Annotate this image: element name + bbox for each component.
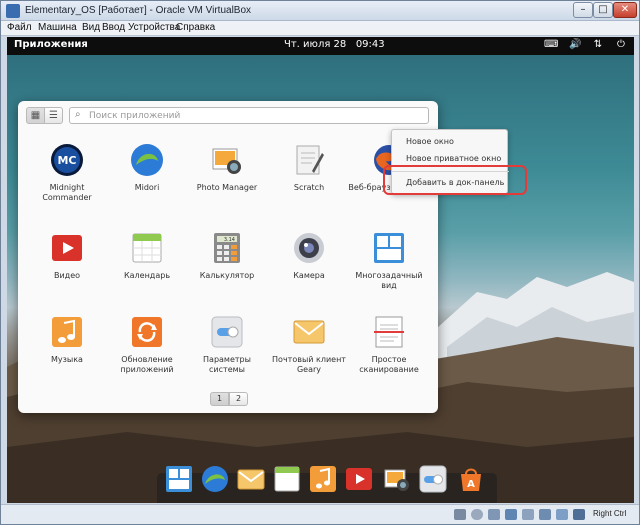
music-icon[interactable] bbox=[309, 465, 337, 493]
page-1-button[interactable]: 1 bbox=[210, 392, 229, 406]
hard-disk-icon[interactable] bbox=[454, 509, 466, 520]
app-label: Музыка bbox=[51, 355, 83, 364]
clock-date: Чт. июля 28 bbox=[284, 39, 347, 50]
svg-text:A: A bbox=[467, 479, 475, 490]
app-label: Простое сканирование bbox=[359, 355, 419, 374]
appcenter-icon[interactable]: A bbox=[457, 465, 485, 493]
search-icon: ⌕ bbox=[75, 109, 81, 120]
midori-icon[interactable] bbox=[201, 465, 229, 493]
midori-icon bbox=[131, 144, 163, 176]
app-label: Камера bbox=[293, 271, 325, 280]
camera-icon bbox=[294, 233, 324, 263]
app-camera[interactable]: Камера bbox=[268, 229, 350, 309]
page-2-button[interactable]: 2 bbox=[229, 392, 248, 406]
app-music[interactable]: Музыка bbox=[26, 313, 108, 393]
app-label: Почтовый клиент Geary bbox=[272, 355, 346, 374]
app-midnight-commander[interactable]: MC Midnight Commander bbox=[26, 141, 108, 221]
menu-input[interactable]: Ввод bbox=[102, 22, 125, 33]
clock[interactable]: Чт. июля 28 09:43 bbox=[284, 39, 385, 50]
geary-icon bbox=[293, 320, 325, 344]
app-simple-scan[interactable]: Простое сканирование bbox=[348, 313, 430, 393]
audio-icon[interactable] bbox=[488, 509, 500, 520]
menu-machine[interactable]: Машина bbox=[38, 22, 77, 33]
music-icon bbox=[52, 317, 82, 347]
menu-devices[interactable]: Устройства bbox=[128, 22, 180, 33]
power-icon[interactable]: ⏻ bbox=[615, 39, 627, 51]
video-icon[interactable] bbox=[345, 465, 373, 493]
close-button[interactable]: ✕ bbox=[613, 2, 637, 18]
menu-file[interactable]: Файл bbox=[7, 22, 32, 33]
app-label: Midnight Commander bbox=[42, 183, 92, 202]
volume-icon[interactable]: 🔊 bbox=[569, 39, 581, 51]
app-calendar[interactable]: Календарь bbox=[106, 229, 188, 309]
app-photo-manager[interactable]: Photo Manager bbox=[186, 141, 268, 221]
window-title: Elementary_OS [Работает] - Oracle VM Vir… bbox=[25, 5, 252, 16]
applications-menu[interactable]: Приложения bbox=[14, 39, 88, 50]
svg-text:MC: MC bbox=[57, 154, 76, 167]
midnight-commander-icon: MC bbox=[51, 144, 83, 176]
app-label: Midori bbox=[134, 183, 160, 192]
menu-view[interactable]: Вид bbox=[82, 22, 100, 33]
menu-item-new-window[interactable]: Новое окно bbox=[392, 134, 509, 150]
shared-folders-icon[interactable] bbox=[539, 509, 551, 520]
app-scratch[interactable]: Scratch bbox=[268, 141, 350, 221]
app-label: Календарь bbox=[123, 271, 171, 280]
calculator-display: 3.14 bbox=[224, 237, 235, 243]
app-label: Калькулятор bbox=[199, 271, 255, 280]
app-label: Многозадачный вид bbox=[355, 271, 423, 290]
app-settings[interactable]: Параметры системы bbox=[186, 313, 268, 393]
calendar-icon bbox=[132, 233, 162, 263]
photo-manager-icon[interactable] bbox=[383, 465, 411, 493]
app-label: Параметры системы bbox=[203, 355, 251, 374]
app-calculator[interactable]: 3.14 Калькулятор bbox=[186, 229, 268, 309]
grid-view-button[interactable]: ▦ bbox=[26, 107, 45, 124]
scratch-icon bbox=[296, 145, 324, 175]
highlight-annotation bbox=[383, 165, 527, 195]
virtualbox-window: Elementary_OS [Работает] - Oracle VM Vir… bbox=[0, 0, 640, 525]
search-box[interactable]: ⌕ bbox=[69, 107, 429, 124]
keyboard-icon[interactable]: ⌨ bbox=[544, 39, 558, 51]
network-adapter-icon[interactable] bbox=[505, 509, 517, 520]
host-menubar: Файл Машина Вид Ввод Устройства Справка bbox=[1, 21, 639, 36]
calculator-icon: 3.14 bbox=[214, 233, 240, 263]
settings-icon[interactable] bbox=[419, 465, 447, 493]
multitasking-icon bbox=[374, 233, 404, 263]
category-view-button[interactable]: ☰ bbox=[44, 107, 63, 124]
app-label: Photo Manager bbox=[196, 183, 258, 192]
optical-drive-icon[interactable] bbox=[471, 509, 483, 520]
guest-screen: Приложения Чт. июля 28 09:43 ⌨ 🔊 ⇅ ⏻ ▦ ☰… bbox=[7, 37, 634, 503]
geary-icon[interactable] bbox=[237, 465, 265, 493]
clock-time: 09:43 bbox=[355, 39, 385, 50]
video-icon bbox=[52, 235, 82, 261]
app-label: Scratch bbox=[293, 183, 325, 192]
app-multitasking[interactable]: Многозадачный вид bbox=[348, 229, 430, 309]
scan-icon bbox=[374, 316, 404, 348]
virtualbox-icon bbox=[6, 4, 20, 18]
multitasking-icon[interactable] bbox=[165, 465, 193, 493]
network-icon[interactable]: ⇅ bbox=[592, 39, 604, 51]
menu-help[interactable]: Справка bbox=[176, 22, 215, 33]
settings-icon bbox=[211, 316, 243, 348]
app-geary[interactable]: Почтовый клиент Geary bbox=[268, 313, 350, 393]
dock: A bbox=[157, 465, 497, 503]
top-panel: Приложения Чт. июля 28 09:43 ⌨ 🔊 ⇅ ⏻ bbox=[7, 37, 634, 55]
window-titlebar: Elementary_OS [Работает] - Oracle VM Vir… bbox=[1, 1, 639, 21]
photo-manager-icon bbox=[212, 148, 241, 174]
minimize-button[interactable]: – bbox=[573, 2, 593, 18]
host-key-label: Right Ctrl bbox=[593, 509, 627, 518]
maximize-button[interactable]: □ bbox=[593, 2, 613, 18]
vbox-status-bar: Right Ctrl bbox=[1, 504, 639, 524]
app-launcher: ▦ ☰ ⌕ MC Midnight Commander Midori bbox=[18, 101, 438, 413]
update-icon bbox=[132, 317, 162, 347]
app-update[interactable]: Обновление приложений bbox=[106, 313, 188, 393]
app-midori[interactable]: Midori bbox=[106, 141, 188, 221]
search-input[interactable] bbox=[89, 109, 419, 122]
app-label: Обновление приложений bbox=[120, 355, 174, 374]
display-icon[interactable] bbox=[556, 509, 568, 520]
mouse-integration-icon[interactable] bbox=[573, 509, 585, 520]
usb-icon[interactable] bbox=[522, 509, 534, 520]
calendar-icon[interactable] bbox=[273, 465, 301, 493]
app-video[interactable]: Видео bbox=[26, 229, 108, 309]
app-label: Видео bbox=[53, 271, 81, 280]
